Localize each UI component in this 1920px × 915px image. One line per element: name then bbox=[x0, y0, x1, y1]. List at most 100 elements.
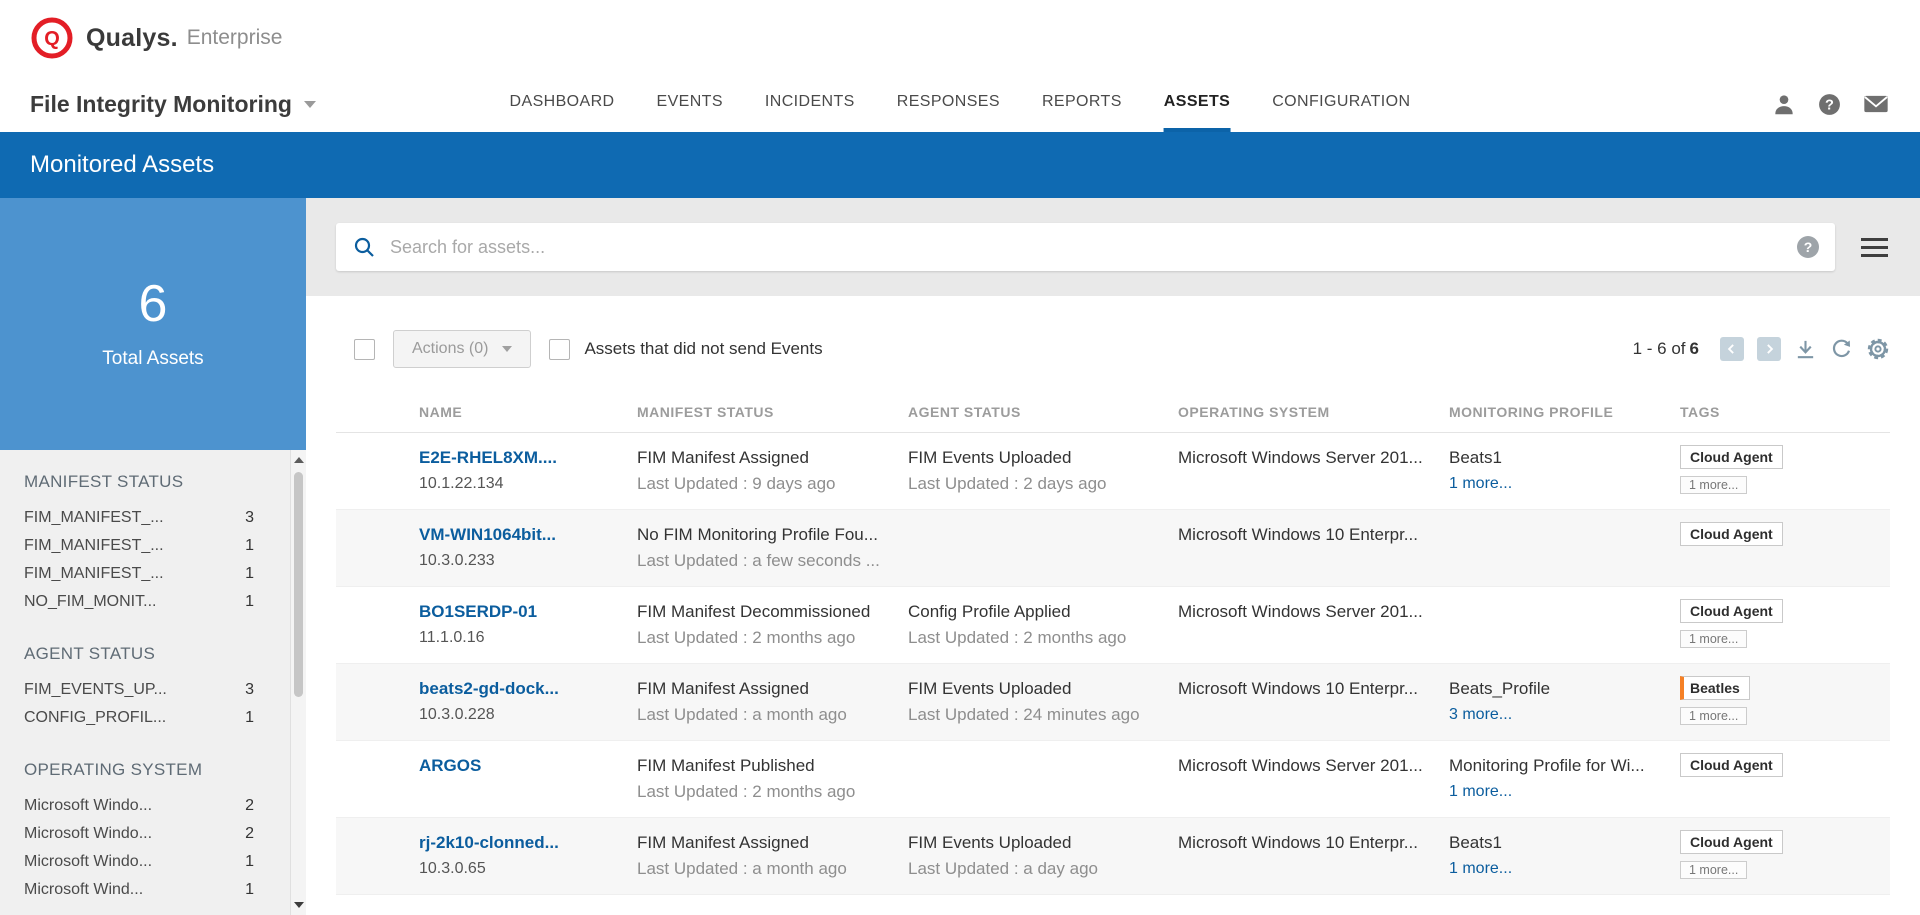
no-events-checkbox[interactable] bbox=[549, 339, 570, 360]
facet-label: Microsoft Windo... bbox=[24, 825, 152, 843]
row-checkbox-cell bbox=[336, 753, 419, 805]
sidebar-scrollbar[interactable] bbox=[290, 450, 306, 915]
agent-status: FIM Events Uploaded bbox=[908, 830, 1162, 856]
refresh-icon[interactable] bbox=[1830, 338, 1853, 361]
chevron-down-icon bbox=[502, 346, 512, 352]
tab-events[interactable]: EVENTS bbox=[657, 76, 723, 132]
tag-more-chip[interactable]: 1 more... bbox=[1680, 707, 1747, 725]
settings-gear-icon[interactable] bbox=[1866, 337, 1890, 361]
facet-item[interactable]: FIM_MANIFEST_... 1 bbox=[24, 532, 254, 560]
scroll-down-icon[interactable] bbox=[291, 897, 306, 913]
agent-updated: Last Updated : 2 days ago bbox=[908, 471, 1162, 497]
tag-more-chip[interactable]: 1 more... bbox=[1680, 861, 1747, 879]
facet-label: FIM_MANIFEST_... bbox=[24, 509, 164, 527]
operating-system: Microsoft Windows Server 201... bbox=[1178, 753, 1433, 779]
tab-incidents[interactable]: INCIDENTS bbox=[765, 76, 855, 132]
facet-count: 2 bbox=[245, 825, 254, 843]
profile-more-link[interactable]: 3 more... bbox=[1449, 702, 1512, 728]
facet-item[interactable]: CONFIG_PROFIL... 1 bbox=[24, 704, 254, 732]
profile-more-link[interactable]: 1 more... bbox=[1449, 779, 1512, 805]
monitoring-profile: Beats1 bbox=[1449, 445, 1664, 471]
facet-label: Microsoft Windo... bbox=[24, 853, 152, 871]
column-manifest-status: MANIFEST STATUS bbox=[637, 404, 908, 420]
tag-chip[interactable]: Beatles bbox=[1680, 676, 1750, 700]
asset-name-link[interactable]: beats2-gd-dock... bbox=[419, 676, 559, 702]
facet-count: 2 bbox=[245, 797, 254, 815]
monitoring-profile: Beats_Profile bbox=[1449, 676, 1664, 702]
agent-updated: Last Updated : 2 months ago bbox=[908, 625, 1162, 651]
manifest-status: FIM Manifest Assigned bbox=[637, 676, 892, 702]
monitoring-profile: Beats1 bbox=[1449, 830, 1664, 856]
tag-chip[interactable]: Cloud Agent bbox=[1680, 522, 1783, 546]
tag-more-chip[interactable]: 1 more... bbox=[1680, 630, 1747, 648]
tag-more-chip[interactable]: 1 more... bbox=[1680, 476, 1747, 494]
table-row: BO1SERDP-01 11.1.0.16 FIM Manifest Decom… bbox=[336, 587, 1890, 664]
menu-icon[interactable] bbox=[1859, 234, 1890, 261]
app-root: Q Qualys. Enterprise File Integrity Moni… bbox=[0, 0, 1920, 915]
actions-label: Actions (0) bbox=[412, 340, 488, 358]
search-bar: ? bbox=[336, 223, 1835, 271]
tag-chip[interactable]: Cloud Agent bbox=[1680, 830, 1783, 854]
scroll-up-icon[interactable] bbox=[291, 452, 306, 468]
search-input[interactable] bbox=[390, 237, 1797, 258]
facet-item[interactable]: Microsoft Windo... 2 bbox=[24, 792, 254, 820]
facet-item[interactable]: Microsoft Windo... 2 bbox=[24, 820, 254, 848]
profile-more-link[interactable]: 1 more... bbox=[1449, 856, 1512, 882]
module-title: File Integrity Monitoring bbox=[30, 91, 292, 118]
asset-name-link[interactable]: rj-2k10-clonned... bbox=[419, 830, 559, 856]
scrollbar-thumb[interactable] bbox=[294, 472, 303, 697]
row-checkbox-cell bbox=[336, 676, 419, 728]
facet-group-manifest-status: MANIFEST STATUS FIM_MANIFEST_... 3 FIM_M… bbox=[24, 472, 306, 616]
tab-dashboard[interactable]: DASHBOARD bbox=[510, 76, 615, 132]
prev-page-button[interactable] bbox=[1720, 337, 1744, 361]
manifest-updated: Last Updated : a few seconds ... bbox=[637, 548, 892, 574]
facet-count: 3 bbox=[245, 509, 254, 527]
actions-button[interactable]: Actions (0) bbox=[393, 330, 531, 368]
manifest-status: FIM Manifest Decommissioned bbox=[637, 599, 892, 625]
table-header: NAME MANIFEST STATUS AGENT STATUS OPERAT… bbox=[336, 368, 1890, 433]
facet-item[interactable]: NO_FIM_MONIT... 1 bbox=[24, 588, 254, 616]
facet-count: 1 bbox=[245, 537, 254, 555]
agent-updated: Last Updated : a day ago bbox=[908, 856, 1162, 882]
tab-configuration[interactable]: CONFIGURATION bbox=[1272, 76, 1410, 132]
tab-responses[interactable]: RESPONSES bbox=[897, 76, 1000, 132]
module-selector[interactable]: File Integrity Monitoring bbox=[30, 91, 316, 118]
facet-item[interactable]: FIM_MANIFEST_... 1 bbox=[24, 560, 254, 588]
qualys-logo-icon: Q bbox=[30, 16, 74, 60]
asset-name-link[interactable]: VM-WIN1064bit... bbox=[419, 522, 556, 548]
asset-name-link[interactable]: E2E-RHEL8XM.... bbox=[419, 445, 557, 471]
manifest-status: FIM Manifest Published bbox=[637, 753, 892, 779]
table-row: VM-WIN1064bit... 10.3.0.233 No FIM Monit… bbox=[336, 510, 1890, 587]
next-page-button[interactable] bbox=[1757, 337, 1781, 361]
profile-more-link[interactable]: 1 more... bbox=[1449, 471, 1512, 497]
facet-label: FIM_EVENTS_UP... bbox=[24, 681, 167, 699]
tag-chip[interactable]: Cloud Agent bbox=[1680, 445, 1783, 469]
tag-chip[interactable]: Cloud Agent bbox=[1680, 599, 1783, 623]
manifest-status: FIM Manifest Assigned bbox=[637, 445, 892, 471]
brand-edition: Enterprise bbox=[187, 26, 283, 50]
facet-item[interactable]: FIM_MANIFEST_... 3 bbox=[24, 504, 254, 532]
tab-assets[interactable]: ASSETS bbox=[1164, 76, 1230, 132]
tab-reports[interactable]: REPORTS bbox=[1042, 76, 1122, 132]
column-operating-system: OPERATING SYSTEM bbox=[1178, 404, 1449, 420]
agent-status: FIM Events Uploaded bbox=[908, 676, 1162, 702]
asset-name-link[interactable]: BO1SERDP-01 bbox=[419, 599, 537, 625]
search-help-icon[interactable]: ? bbox=[1797, 236, 1819, 258]
mail-icon[interactable] bbox=[1862, 90, 1890, 118]
asset-name-link[interactable]: ARGOS bbox=[419, 753, 481, 779]
row-checkbox-cell bbox=[336, 599, 419, 651]
row-checkbox-cell bbox=[336, 445, 419, 497]
tag-chip[interactable]: Cloud Agent bbox=[1680, 753, 1783, 777]
facet-item[interactable]: Microsoft Windo... 1 bbox=[24, 848, 254, 876]
download-icon[interactable] bbox=[1794, 338, 1817, 361]
select-all-checkbox[interactable] bbox=[354, 339, 375, 360]
manifest-status: No FIM Monitoring Profile Fou... bbox=[637, 522, 892, 548]
table-row: rj-2k10-clonned... 10.3.0.65 FIM Manifes… bbox=[336, 818, 1890, 895]
facet-item[interactable]: FIM_EVENTS_UP... 3 bbox=[24, 676, 254, 704]
help-icon[interactable]: ? bbox=[1817, 92, 1842, 117]
table-row: ARGOS FIM Manifest Published Last Update… bbox=[336, 741, 1890, 818]
operating-system: Microsoft Windows 10 Enterpr... bbox=[1178, 522, 1433, 548]
facet-item[interactable]: Microsoft Wind... 1 bbox=[24, 876, 254, 904]
facet-count: 1 bbox=[245, 709, 254, 727]
user-icon[interactable] bbox=[1771, 91, 1797, 117]
